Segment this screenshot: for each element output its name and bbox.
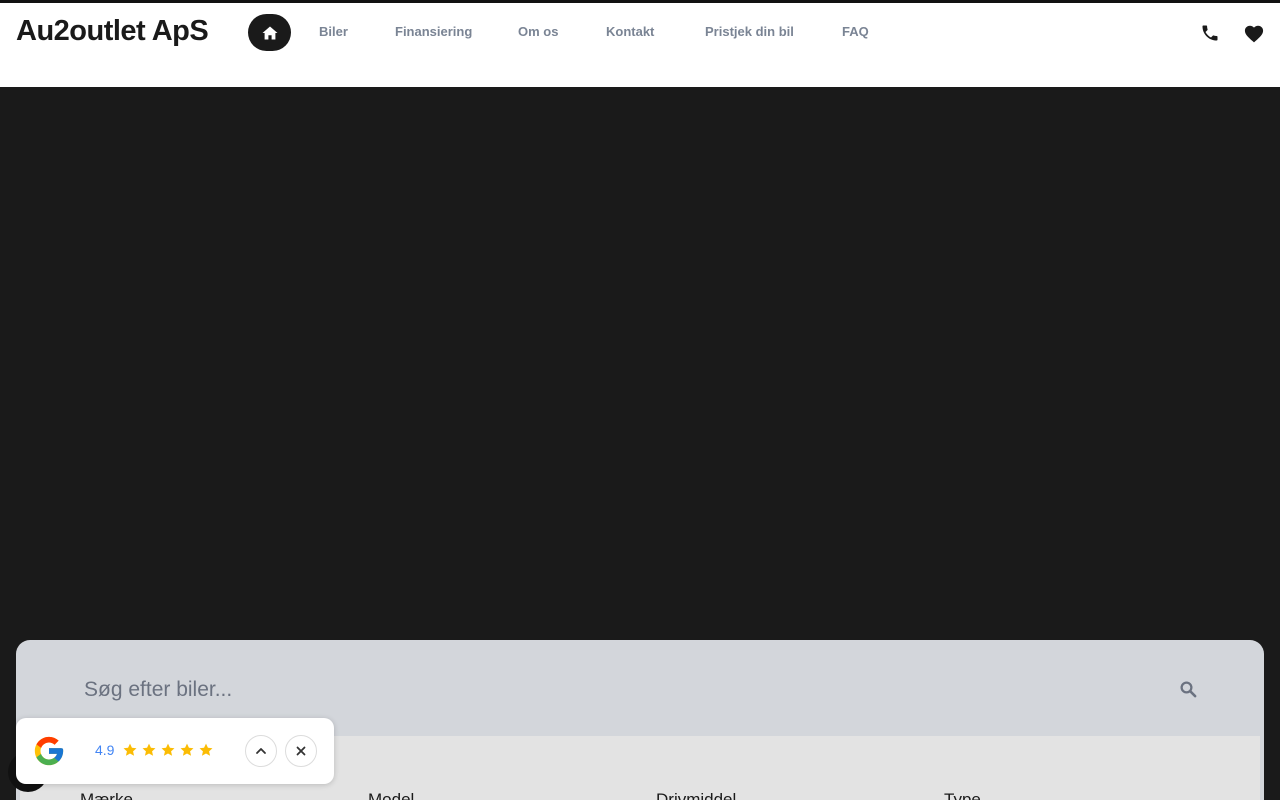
star-icon	[180, 743, 194, 756]
heart-icon	[1244, 25, 1264, 43]
search-icon	[1180, 681, 1197, 698]
page: Au2outlet ApS Biler Finansiering Om os K…	[0, 0, 1280, 800]
favorites-button[interactable]	[1242, 21, 1266, 45]
nav-link-om-os[interactable]: Om os	[518, 24, 558, 40]
star-icon	[161, 743, 175, 756]
close-icon	[296, 746, 306, 756]
filter-brand-label[interactable]: Mærke	[80, 790, 133, 800]
chevron-up-icon	[256, 748, 266, 754]
filter-type-label[interactable]: Type	[944, 790, 981, 800]
nav-link-pristjek[interactable]: Pristjek din bil	[705, 24, 794, 40]
google-reviews-widget[interactable]: 4.9	[16, 718, 334, 784]
nav-link-finansiering[interactable]: Finansiering	[395, 24, 472, 40]
star-icon	[199, 743, 213, 756]
phone-icon	[1202, 25, 1218, 41]
close-widget-button[interactable]	[285, 735, 317, 767]
nav-link-faq[interactable]: FAQ	[842, 24, 869, 40]
expand-reviews-button[interactable]	[245, 735, 277, 767]
star-icon	[142, 743, 156, 756]
nav-link-kontakt[interactable]: Kontakt	[606, 24, 654, 40]
star-icon	[123, 743, 137, 756]
phone-button[interactable]	[1198, 21, 1222, 45]
google-logo-icon	[34, 736, 64, 766]
home-icon	[262, 26, 277, 39]
rating-value: 4.9	[95, 742, 115, 758]
filter-model-label[interactable]: Model	[368, 790, 414, 800]
rating-stars	[122, 742, 214, 758]
filter-fuel-label[interactable]: Drivmiddel	[656, 790, 736, 800]
search-button[interactable]	[1178, 679, 1198, 699]
site-logo[interactable]: Au2outlet ApS	[16, 13, 209, 49]
site-header: Au2outlet ApS Biler Finansiering Om os K…	[0, 3, 1280, 87]
nav-link-biler[interactable]: Biler	[319, 24, 348, 40]
home-button[interactable]	[248, 14, 291, 51]
